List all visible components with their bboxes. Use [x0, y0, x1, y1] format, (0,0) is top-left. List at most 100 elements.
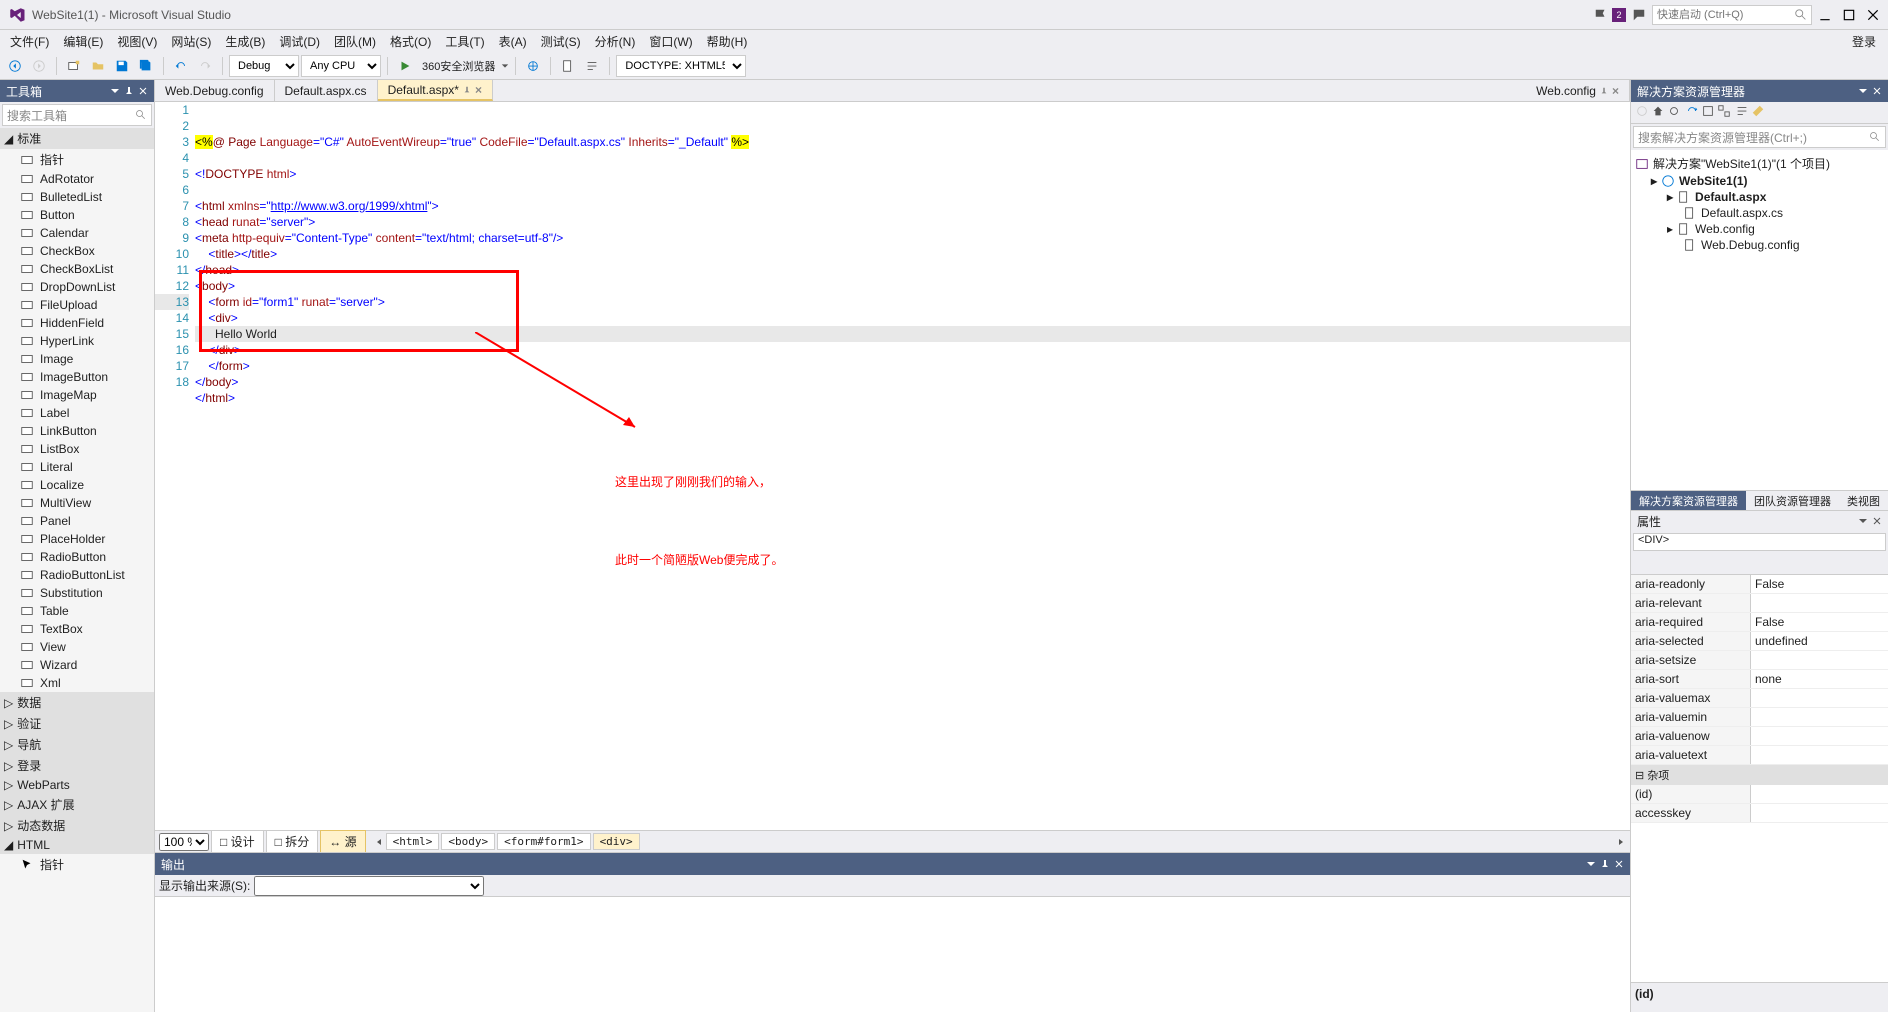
property-row[interactable]: aria-readonlyFalse — [1631, 575, 1888, 594]
menu-window[interactable]: 窗口(W) — [643, 31, 698, 52]
nav-right-icon[interactable] — [1616, 837, 1626, 847]
notification-badge[interactable]: 2 — [1612, 8, 1626, 22]
property-row[interactable]: aria-requiredFalse — [1631, 613, 1888, 632]
redo-button[interactable] — [194, 55, 216, 77]
output-source-dropdown[interactable] — [254, 876, 484, 896]
toolbox-item[interactable]: PlaceHolder — [0, 530, 154, 548]
new-project-button[interactable] — [63, 55, 85, 77]
quick-launch-input[interactable] — [1652, 5, 1812, 25]
property-row[interactable]: aria-valuemin — [1631, 708, 1888, 727]
menu-table[interactable]: 表(A) — [493, 31, 533, 52]
pin-icon[interactable] — [1600, 859, 1610, 869]
close-icon[interactable] — [138, 86, 148, 96]
toolbox-item[interactable]: CheckBoxList — [0, 260, 154, 278]
split-view-button[interactable]: □ 拆分 — [266, 830, 319, 853]
menu-debug[interactable]: 调试(D) — [273, 31, 326, 52]
chevron-down-icon[interactable] — [1858, 86, 1868, 96]
toolbox-item[interactable]: RadioButtonList — [0, 566, 154, 584]
toolbox-item[interactable]: ImageMap — [0, 386, 154, 404]
toolbox-group-html[interactable]: ◢ HTML — [0, 836, 154, 854]
toolbox-item[interactable]: Label — [0, 404, 154, 422]
login-link[interactable]: 登录 — [1852, 33, 1884, 50]
toolbox-group[interactable]: ▷ 动态数据 — [0, 815, 154, 836]
source-view-button[interactable]: ↔ 源 — [320, 830, 365, 853]
tab-default-aspx[interactable]: Default.aspx*× — [378, 80, 493, 101]
toolbox-item[interactable]: TextBox — [0, 620, 154, 638]
toolbox-item[interactable]: HyperLink — [0, 332, 154, 350]
browser-link-button[interactable] — [522, 55, 544, 77]
tab-web-config[interactable]: Web.config× — [1526, 80, 1630, 101]
pin-icon[interactable] — [463, 86, 471, 94]
code-editor[interactable]: 123456789101112131415161718 <%@ Page Lan… — [155, 102, 1630, 830]
pin-icon[interactable] — [1600, 87, 1608, 95]
properties-grid[interactable]: aria-readonlyFalsearia-relevantaria-requ… — [1631, 575, 1888, 982]
toolbox-group[interactable]: ▷ 导航 — [0, 734, 154, 755]
toolbox-item[interactable]: AdRotator — [0, 170, 154, 188]
solution-search-input[interactable]: 搜索解决方案资源管理器(Ctrl+;) — [1633, 126, 1886, 148]
tab-class-view[interactable]: 类视图 — [1839, 491, 1888, 510]
undo-button[interactable] — [170, 55, 192, 77]
property-row[interactable]: (id) — [1631, 785, 1888, 804]
toolbox-item[interactable]: RadioButton — [0, 548, 154, 566]
toolbox-item[interactable]: Substitution — [0, 584, 154, 602]
toolbox-item[interactable]: FileUpload — [0, 296, 154, 314]
solution-root[interactable]: 解决方案"WebSite1(1)"(1 个项目) — [1635, 154, 1884, 173]
toolbox-item[interactable]: View — [0, 638, 154, 656]
property-row[interactable]: accesskey — [1631, 804, 1888, 823]
browser-label[interactable]: 360安全浏览器 — [418, 58, 499, 74]
maximize-icon[interactable] — [1842, 8, 1856, 22]
project-node[interactable]: ▸ WebSite1(1) — [1635, 173, 1884, 189]
back-button[interactable] — [1635, 104, 1649, 121]
navigate-back-button[interactable] — [4, 55, 26, 77]
menu-analyze[interactable]: 分析(N) — [589, 31, 642, 52]
tab-default-aspx-cs[interactable]: Default.aspx.cs — [275, 80, 378, 101]
zoom-dropdown[interactable]: 100 % — [159, 833, 209, 851]
toolbox-item[interactable]: Panel — [0, 512, 154, 530]
menu-website[interactable]: 网站(S) — [165, 31, 217, 52]
breadcrumb-form[interactable]: <form#form1> — [497, 833, 590, 850]
toolbox-group[interactable]: ▷ 验证 — [0, 713, 154, 734]
toolbox-item[interactable]: CheckBox — [0, 242, 154, 260]
toolbox-item[interactable]: LinkButton — [0, 422, 154, 440]
tree-item[interactable]: ▸Default.aspx — [1635, 189, 1884, 205]
property-row[interactable]: aria-valuetext — [1631, 746, 1888, 765]
nav-left-icon[interactable] — [374, 837, 384, 847]
tree-item[interactable]: Web.Debug.config — [1635, 237, 1884, 253]
toolbox-item[interactable]: Localize — [0, 476, 154, 494]
toolbox-item[interactable]: Table — [0, 602, 154, 620]
close-icon[interactable]: × — [1612, 84, 1619, 98]
toolbox-item[interactable]: MultiView — [0, 494, 154, 512]
close-icon[interactable] — [1614, 859, 1624, 869]
breadcrumb-body[interactable]: <body> — [441, 833, 495, 850]
chevron-down-icon[interactable] — [1586, 859, 1596, 869]
toolbox-group[interactable]: ▷ WebParts — [0, 776, 154, 794]
close-icon[interactable] — [1872, 86, 1882, 96]
close-icon[interactable]: × — [475, 83, 482, 97]
toolbox-item[interactable]: ImageButton — [0, 368, 154, 386]
property-row[interactable]: aria-relevant — [1631, 594, 1888, 613]
toolbox-item[interactable]: Image — [0, 350, 154, 368]
toolbox-item[interactable]: Xml — [0, 674, 154, 692]
chevron-down-icon[interactable] — [110, 86, 120, 96]
toolbox-group[interactable]: ▷ 数据 — [0, 692, 154, 713]
collapse-button[interactable] — [1701, 104, 1715, 121]
breadcrumb-html[interactable]: <html> — [386, 833, 440, 850]
config-dropdown[interactable]: Debug — [229, 55, 299, 77]
refresh-button[interactable] — [1685, 104, 1699, 121]
new-item-button[interactable] — [557, 55, 579, 77]
minimize-icon[interactable] — [1818, 8, 1832, 22]
property-row[interactable]: aria-setsize — [1631, 651, 1888, 670]
feedback-icon[interactable] — [1632, 8, 1646, 22]
comment-button[interactable] — [581, 55, 603, 77]
properties-element[interactable]: <DIV> — [1633, 533, 1886, 551]
property-row[interactable]: aria-valuemax — [1631, 689, 1888, 708]
toolbox-group[interactable]: ▷ AJAX 扩展 — [0, 794, 154, 815]
doctype-dropdown[interactable]: DOCTYPE: XHTML5 — [616, 55, 746, 77]
flag-icon[interactable] — [1594, 8, 1608, 22]
close-icon[interactable] — [1866, 8, 1880, 22]
menu-view[interactable]: 视图(V) — [111, 31, 163, 52]
toolbox-item[interactable]: Literal — [0, 458, 154, 476]
toolbox-item[interactable]: 指针 — [0, 854, 154, 875]
code-content[interactable]: <%@ Page Language="C#" AutoEventWireup="… — [195, 102, 1630, 830]
menu-test[interactable]: 测试(S) — [535, 31, 587, 52]
